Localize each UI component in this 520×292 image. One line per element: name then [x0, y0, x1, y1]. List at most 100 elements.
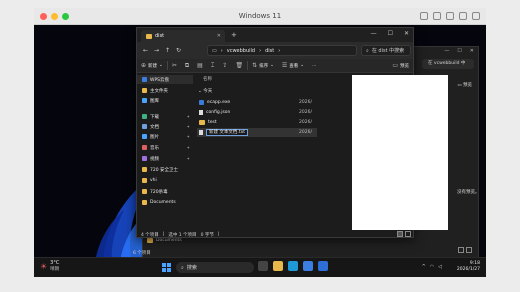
navigation-pane: WPS云盘 主文件夹 图库 下载 ✦ 文档 ✦ 图片 ✦ 音乐 ✦ 视频 ✦ 7…: [137, 74, 193, 230]
rename-icon: ⌶: [210, 61, 215, 69]
mail-icon[interactable]: [318, 261, 328, 271]
back-icon[interactable]: ←: [140, 47, 151, 54]
status-bar: 4 个项目 | 选中 1 个项目 0 字节 |: [137, 230, 413, 239]
new-button[interactable]: ⊕ 新建 ⌄: [137, 62, 167, 69]
nav-item-vhi[interactable]: vhi: [137, 176, 193, 185]
nav-item-label: 720 安全卫士: [150, 167, 179, 173]
close-tab-icon[interactable]: ✕: [217, 33, 221, 39]
settings-icon[interactable]: [472, 12, 480, 20]
taskbar-search[interactable]: ⌕ 搜索: [176, 262, 254, 273]
file-date: 2026/: [299, 120, 312, 125]
breadcrumb-dist[interactable]: dist: [265, 48, 274, 54]
lock-icon[interactable]: [420, 12, 428, 20]
nav-item-downloads[interactable]: 下载 ✦: [137, 112, 193, 121]
sort-button[interactable]: ⇅ 排序 ⌄: [248, 62, 278, 69]
text-file-icon: [199, 130, 203, 135]
copy-button[interactable]: ⧉: [181, 62, 193, 70]
pin-icon: ✦: [186, 134, 190, 139]
up-icon[interactable]: ↑: [162, 47, 173, 54]
bg-window-controls: — ☐ ✕: [444, 48, 474, 54]
view-icon: ☰: [281, 62, 288, 69]
rename-input[interactable]: 新建 文本文档.txt: [206, 129, 249, 136]
address-bar[interactable]: ▭ › vcwebbuild › dist ›: [207, 45, 357, 56]
file-row-test[interactable]: test 2026/: [197, 118, 317, 127]
minimize-icon[interactable]: —: [444, 48, 449, 54]
bg-preview-button[interactable]: ▭ 预览: [457, 82, 472, 88]
share-button[interactable]: ⇪: [218, 62, 231, 69]
nav-item-pictures[interactable]: 图片 ✦: [137, 132, 193, 141]
camera-icon[interactable]: [446, 12, 454, 20]
bg-search-input[interactable]: 在 vcwebbuild 中: [422, 59, 474, 69]
nav-item-720-antivirus[interactable]: 720杀毒: [137, 187, 193, 196]
sort-icon: ⇅: [252, 62, 258, 69]
more-button[interactable]: ...: [308, 63, 320, 68]
nav-item-720-security[interactable]: 720 安全卫士: [137, 165, 193, 174]
file-row-ecapp[interactable]: ecapp.exe 2026/: [197, 98, 317, 107]
explorer-window[interactable]: dist ✕ + — ☐ ✕ ← → ↑ ↻ ▭ › vcwebbuild › …: [136, 27, 448, 239]
store-icon[interactable]: [303, 261, 313, 271]
chevron-up-icon[interactable]: ^: [422, 264, 426, 270]
json-file-icon: [199, 110, 203, 115]
paste-button[interactable]: ▤: [193, 62, 207, 69]
share-icon[interactable]: [459, 12, 467, 20]
tab-bar: dist ✕ + — ☐ ✕: [137, 28, 413, 42]
cut-button[interactable]: ✂: [168, 62, 181, 69]
search-input[interactable]: ⌕ 在 dist 中搜索: [361, 45, 411, 56]
nav-item-videos[interactable]: 视频 ✦: [137, 154, 193, 163]
chevron-right-icon: ›: [259, 47, 262, 54]
nav-item-documents[interactable]: 文档 ✦: [137, 122, 193, 131]
volume-icon[interactable]: ◁: [438, 264, 442, 270]
wifi-icon[interactable]: ◠: [430, 264, 434, 270]
tab-title: dist: [155, 33, 165, 39]
screen-icon[interactable]: [433, 12, 441, 20]
file-row-new-text[interactable]: 新建 文本文档.txt 2026/: [197, 128, 317, 137]
nav-item-label: 下载: [150, 114, 159, 120]
new-tab-icon[interactable]: +: [231, 31, 237, 39]
nav-item-music[interactable]: 音乐 ✦: [137, 143, 193, 152]
details-view-icon[interactable]: [397, 231, 403, 237]
nav-item-label: WPS云盘: [150, 77, 170, 83]
nav-item-documents-folder[interactable]: Documents: [137, 198, 193, 207]
column-header-name[interactable]: 名称: [203, 76, 212, 82]
edge-icon[interactable]: [288, 261, 298, 271]
preview-label: 预览: [400, 63, 409, 69]
close-icon[interactable]: ✕: [470, 48, 474, 54]
bg-preview-label: 预览: [463, 83, 472, 88]
nav-item-home[interactable]: 主文件夹: [137, 86, 193, 95]
start-button[interactable]: [162, 263, 171, 272]
task-view-icon[interactable]: [258, 261, 268, 271]
window-controls: — ☐ ✕: [371, 30, 409, 37]
view-button[interactable]: ☰ 查看 ⌄: [278, 62, 308, 69]
group-header-today[interactable]: ⌄ 今天: [198, 88, 212, 94]
preview-button[interactable]: ▭ 预览: [388, 62, 413, 69]
pin-icon: ✦: [186, 124, 190, 129]
delete-button[interactable]: 🗑: [231, 62, 247, 69]
nav-item-label: vhi: [150, 178, 157, 183]
clock[interactable]: 9:18 2026/1/27: [457, 261, 480, 273]
minimize-icon[interactable]: —: [371, 30, 377, 37]
tab-dist[interactable]: dist ✕: [141, 30, 225, 42]
tiles-view-icon[interactable]: [466, 247, 472, 253]
refresh-icon[interactable]: ↻: [173, 47, 184, 54]
nav-item-wps[interactable]: WPS云盘: [137, 75, 193, 84]
breadcrumb-vcwebbuild[interactable]: vcwebbuild: [227, 48, 255, 54]
close-icon[interactable]: ✕: [404, 30, 409, 37]
rename-button[interactable]: ⌶: [207, 62, 219, 70]
search-icon: ⌕: [181, 264, 184, 271]
file-row-config[interactable]: config.json 2026/: [197, 108, 317, 117]
weather-widget[interactable]: ☀ 3°C 晴朗: [40, 261, 59, 273]
maximize-icon[interactable]: ☐: [457, 48, 461, 54]
nav-item-gallery[interactable]: 图库: [137, 96, 193, 105]
folder-icon: [142, 189, 147, 194]
nav-item-label: Documents: [150, 200, 176, 205]
bg-no-preview-message: 没有预览。: [457, 190, 480, 195]
forward-icon[interactable]: →: [151, 47, 162, 54]
tiles-view-icon[interactable]: [405, 231, 411, 237]
taskbar-search-label: 搜索: [186, 265, 197, 271]
maximize-icon[interactable]: ☐: [388, 30, 393, 37]
details-view-icon[interactable]: [458, 247, 464, 253]
pin-icon: ✦: [186, 156, 190, 161]
picture-icon: [142, 134, 147, 139]
file-explorer-icon[interactable]: [273, 261, 283, 271]
status-size: 0 字节: [200, 232, 214, 238]
